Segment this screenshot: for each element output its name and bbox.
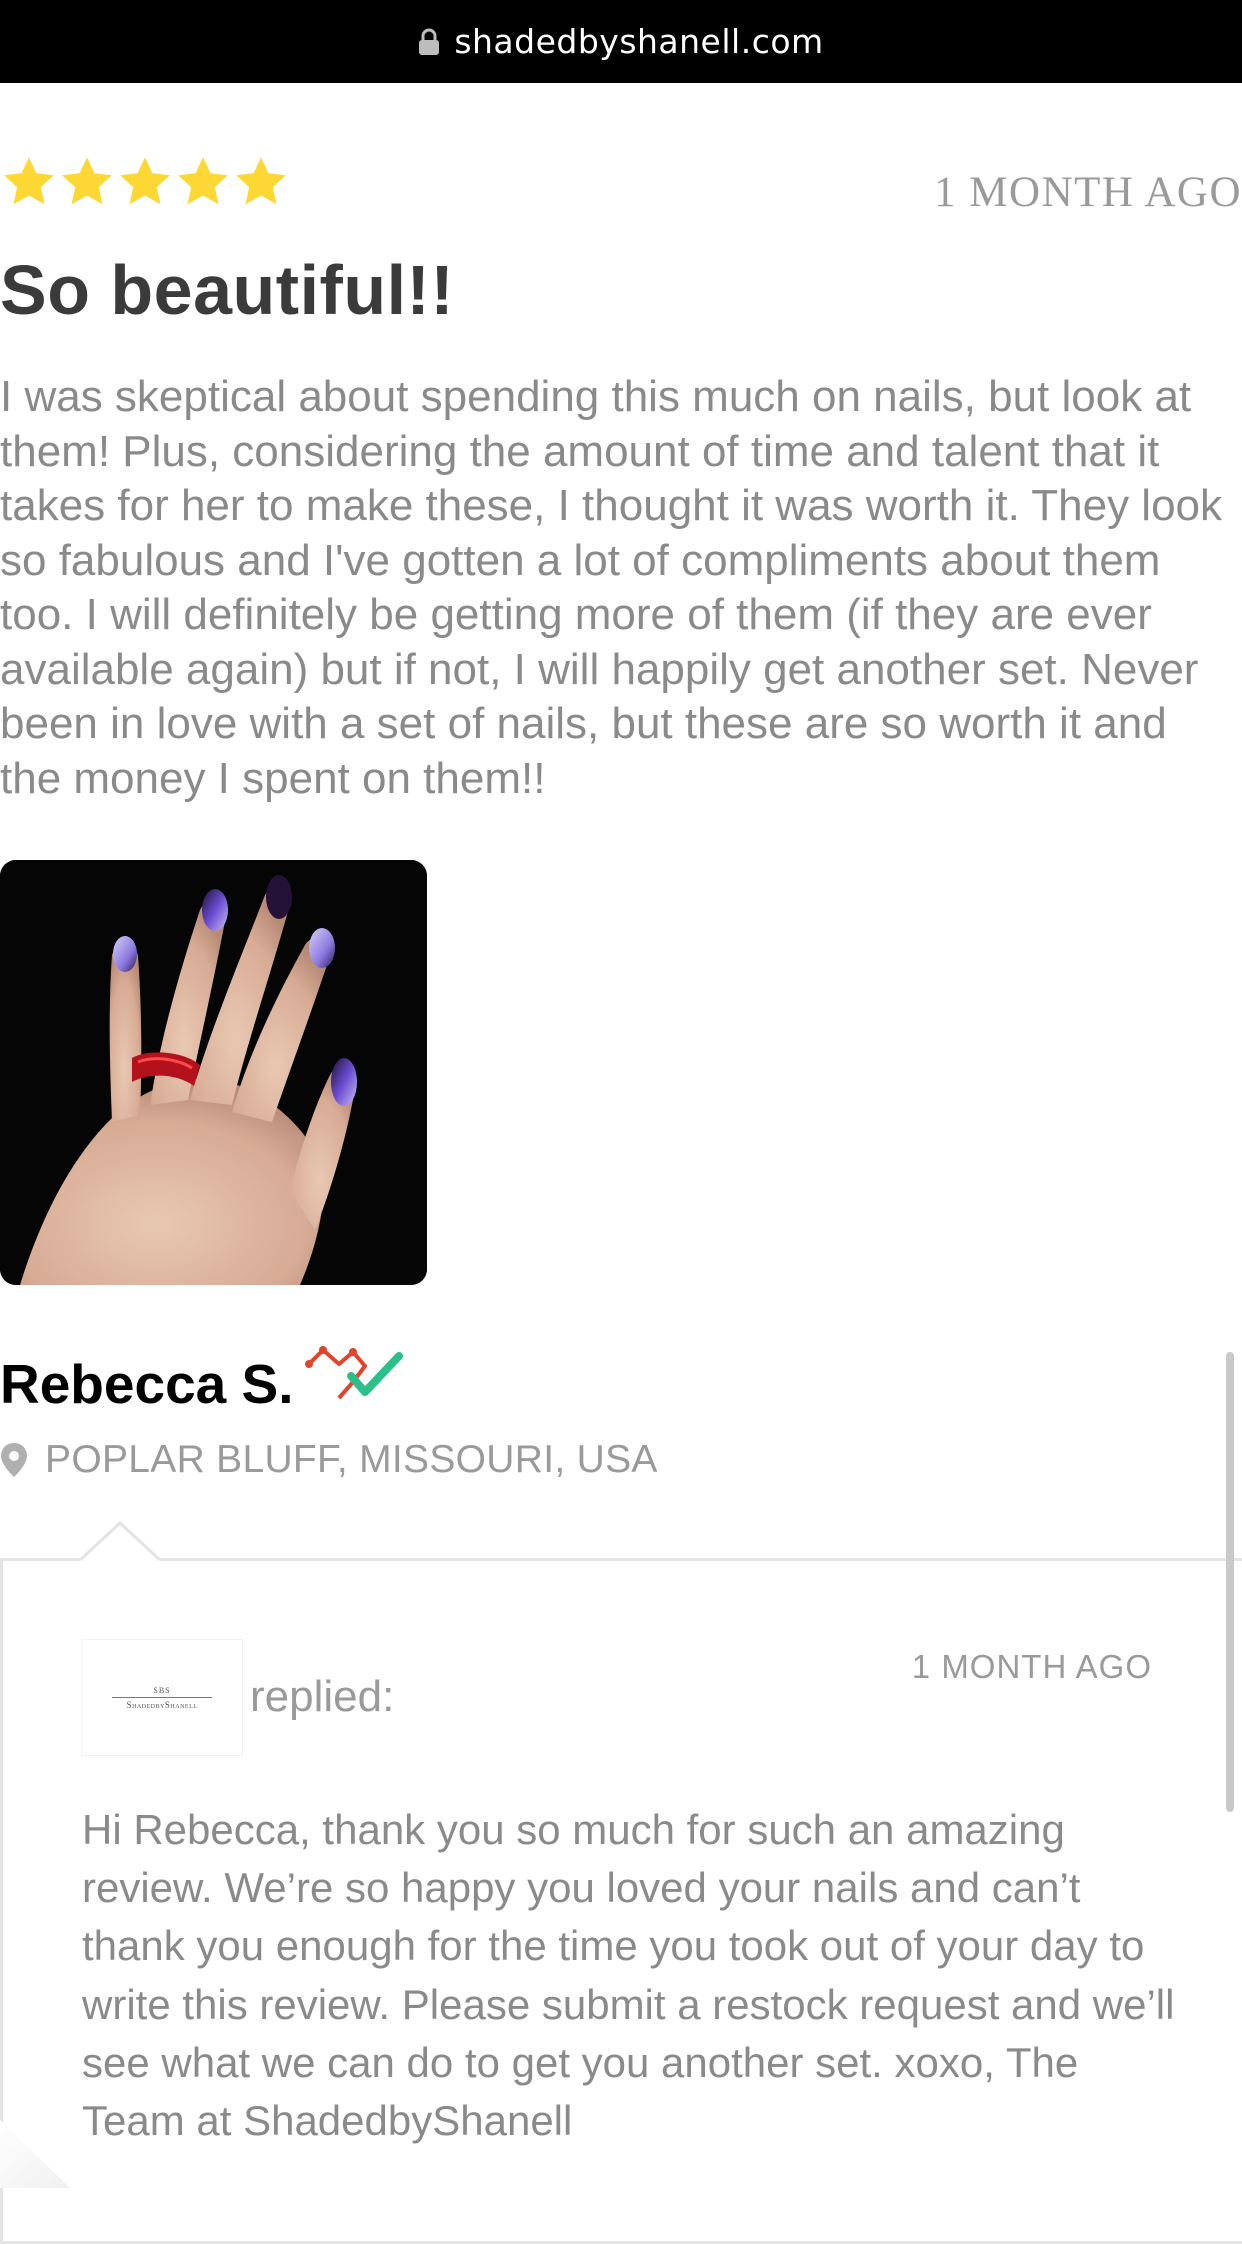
scrollbar[interactable] [1226, 1352, 1234, 1812]
reviewer-name: Rebecca S. [0, 1353, 294, 1415]
reply-pointer [80, 1521, 160, 1561]
map-pin-icon [1, 1443, 27, 1477]
store-logo: SBS ShadedbyShanell [82, 1640, 242, 1755]
review-title: So beautiful!! [0, 251, 455, 329]
reply-body: Hi Rebecca, thank you so much for such a… [82, 1806, 1175, 2145]
review-date: 1 MONTH AGO [934, 169, 1242, 216]
logo-text: ShadedbyShanell [126, 1699, 198, 1710]
star-icon [62, 157, 112, 205]
review-body: I was skeptical about spending this much… [0, 372, 1223, 803]
browser-url-bar[interactable]: shadedbyshanell.com [0, 0, 1242, 83]
verified-buyer-icon[interactable] [305, 1342, 409, 1406]
nails-hand-image [0, 860, 427, 1285]
star-icon [120, 157, 170, 205]
corner-shade [0, 2120, 70, 2188]
url-domain: shadedbyshanell.com [454, 22, 824, 61]
star-rating [0, 153, 290, 211]
star-icon [4, 157, 54, 205]
reply-date: 1 MONTH AGO [911, 1648, 1152, 1685]
location-text: POPLAR BLUFF, MISSOURI, USA [45, 1438, 658, 1481]
star-icon [178, 157, 228, 205]
logo-monogram: SBS [153, 1685, 171, 1695]
replied-label: replied: [250, 1672, 395, 1721]
review-photo[interactable] [0, 860, 427, 1285]
star-icon [236, 157, 286, 205]
reviewer-location: POPLAR BLUFF, MISSOURI, USA [0, 1438, 658, 1482]
lock-icon [419, 28, 440, 55]
